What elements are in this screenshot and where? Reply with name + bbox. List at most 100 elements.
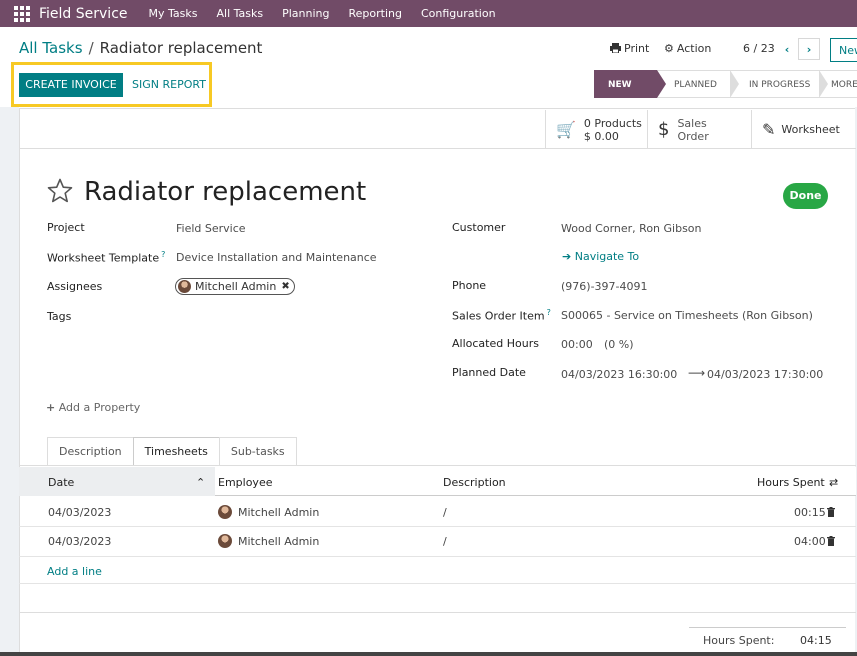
help-icon[interactable]: ?	[161, 250, 165, 259]
gear-icon: ⚙	[664, 42, 674, 55]
trash-icon[interactable]	[827, 536, 835, 546]
pencil-icon: ✎	[762, 120, 776, 139]
row-date: 04/03/2023	[48, 535, 112, 548]
column-settings-icon[interactable]: ⇄	[829, 476, 838, 489]
row-description: /	[443, 506, 447, 519]
left-margin	[0, 107, 19, 656]
customer-label: Customer	[452, 221, 506, 234]
remove-tag-icon[interactable]: ✖	[281, 279, 289, 294]
avatar	[218, 505, 232, 519]
menu-all-tasks[interactable]: All Tasks	[216, 7, 263, 20]
pager-value[interactable]: 6 / 23	[743, 42, 775, 55]
stage-in-progress-label: IN PROGRESS	[749, 80, 811, 90]
allocated-percent: (0 %)	[604, 338, 634, 351]
breadcrumb-current: Radiator replacement	[99, 39, 263, 57]
project-label: Project	[47, 221, 85, 234]
task-title[interactable]: Radiator replacement	[84, 177, 366, 207]
help-icon[interactable]: ?	[547, 308, 551, 317]
table-row[interactable]	[19, 497, 856, 527]
add-line-link[interactable]: Add a line	[47, 565, 102, 578]
products-count: 0 Products	[583, 116, 642, 130]
column-date[interactable]: Date	[48, 476, 74, 489]
sign-report-button[interactable]: SIGN REPORT	[128, 73, 210, 97]
star-icon[interactable]	[47, 178, 73, 204]
column-hours-spent[interactable]: Hours Spent	[757, 476, 825, 489]
tab-timesheets[interactable]: Timesheets	[132, 437, 220, 466]
sales-order-item-value[interactable]: S00065 - Service on Timesheets (Ron Gibs…	[561, 309, 813, 322]
tab-description[interactable]: Description	[47, 437, 134, 465]
notebook-tabs: Description Timesheets Sub-tasks	[47, 437, 297, 466]
breadcrumb: All Tasks / Radiator replacement	[19, 39, 262, 57]
navigate-to-button[interactable]: ➔ Navigate To	[562, 250, 639, 263]
phone-label: Phone	[452, 279, 487, 292]
action-button[interactable]: ⚙ Action	[664, 42, 711, 55]
top-navbar: Field Service My Tasks All Tasks Plannin…	[0, 0, 857, 27]
row-employee: Mitchell Admin	[218, 534, 319, 548]
table-footer-line	[19, 612, 856, 613]
table-row[interactable]	[19, 527, 856, 557]
navigate-label: Navigate To	[574, 250, 640, 263]
stage-planned[interactable]: PLANNED	[657, 70, 739, 98]
planned-date-label: Planned Date	[452, 366, 526, 379]
stage-new[interactable]: NEW	[594, 70, 666, 98]
row-employee-name: Mitchell Admin	[238, 505, 320, 519]
worksheet-smart-button[interactable]: ✎ Worksheet	[751, 110, 855, 149]
trash-icon[interactable]	[827, 507, 835, 517]
chevron-left-icon: ‹	[784, 42, 790, 56]
tab-divider	[19, 465, 856, 466]
phone-value[interactable]: (976)-397-4091	[561, 280, 648, 293]
create-invoice-button[interactable]: CREATE INVOICE	[19, 73, 123, 97]
products-amount: $ 0.00	[583, 129, 619, 143]
allocated-hours-label: Allocated Hours	[452, 337, 539, 350]
menu-planning[interactable]: Planning	[282, 7, 329, 20]
add-property-button[interactable]: + Add a Property	[46, 401, 140, 414]
sales-order-item-label-text: Sales Order Item	[452, 309, 545, 323]
sales-order-smart-button[interactable]: $ Sales Order	[647, 110, 751, 149]
assignees-label: Assignees	[47, 280, 103, 293]
summary-divider	[689, 627, 846, 628]
menu-reporting[interactable]: Reporting	[348, 7, 401, 20]
sales-label-1: Sales	[677, 116, 707, 130]
chevron-right-icon: ›	[806, 42, 812, 56]
row-employee-name: Mitchell Admin	[238, 534, 320, 548]
add-property-label: Add a Property	[58, 401, 141, 414]
planned-date-end[interactable]: 04/03/2023 17:30:00	[707, 368, 823, 381]
row-date: 04/03/2023	[48, 506, 112, 519]
allocated-hours-value[interactable]: 00:00	[561, 338, 593, 351]
project-value[interactable]: Field Service	[176, 222, 246, 235]
stage-planned-label: PLANNED	[674, 80, 717, 90]
breadcrumb-parent[interactable]: All Tasks	[19, 39, 83, 57]
add-line-row	[19, 557, 856, 584]
row-hours: 04:00	[794, 535, 826, 548]
worksheet-template-value[interactable]: Device Installation and Maintenance	[176, 251, 377, 264]
column-description[interactable]: Description	[443, 476, 506, 489]
app-brand[interactable]: Field Service	[39, 6, 128, 22]
row-description: /	[443, 535, 447, 548]
pager-prev-button[interactable]: ‹	[776, 38, 798, 60]
menu-my-tasks[interactable]: My Tasks	[149, 7, 198, 20]
printer-icon	[610, 43, 621, 54]
menu-configuration[interactable]: Configuration	[421, 7, 496, 20]
new-button[interactable]: New	[830, 38, 857, 62]
sort-up-icon[interactable]: ⌃	[196, 476, 205, 489]
print-button[interactable]: Print	[610, 42, 649, 55]
stage-in-progress[interactable]: IN PROGRESS	[730, 70, 828, 98]
table-header	[19, 467, 856, 496]
tab-sub-tasks[interactable]: Sub-tasks	[218, 437, 297, 465]
apps-grid-icon[interactable]	[14, 5, 30, 22]
status-badge[interactable]: Done	[783, 183, 828, 209]
worksheet-template-label: Worksheet Template?	[47, 250, 165, 265]
customer-value[interactable]: Wood Corner, Ron Gibson	[561, 222, 702, 235]
planned-date-start[interactable]: 04/03/2023 16:30:00	[561, 368, 677, 381]
stage-statusbar: NEW PLANNED IN PROGRESS MORE ▾	[594, 70, 857, 118]
assignee-tag[interactable]: Mitchell Admin ✖	[175, 278, 295, 295]
worksheet-label: Worksheet	[781, 123, 840, 136]
products-smart-button[interactable]: 🛒 0 Products $ 0.00	[545, 110, 647, 149]
column-employee[interactable]: Employee	[218, 476, 272, 489]
avatar	[178, 280, 191, 293]
pager-next-button[interactable]: ›	[798, 38, 820, 60]
row-employee: Mitchell Admin	[218, 505, 319, 519]
stage-more-label: MORE	[831, 80, 857, 90]
tags-label: Tags	[47, 310, 72, 323]
taskbar-strip	[0, 652, 857, 656]
